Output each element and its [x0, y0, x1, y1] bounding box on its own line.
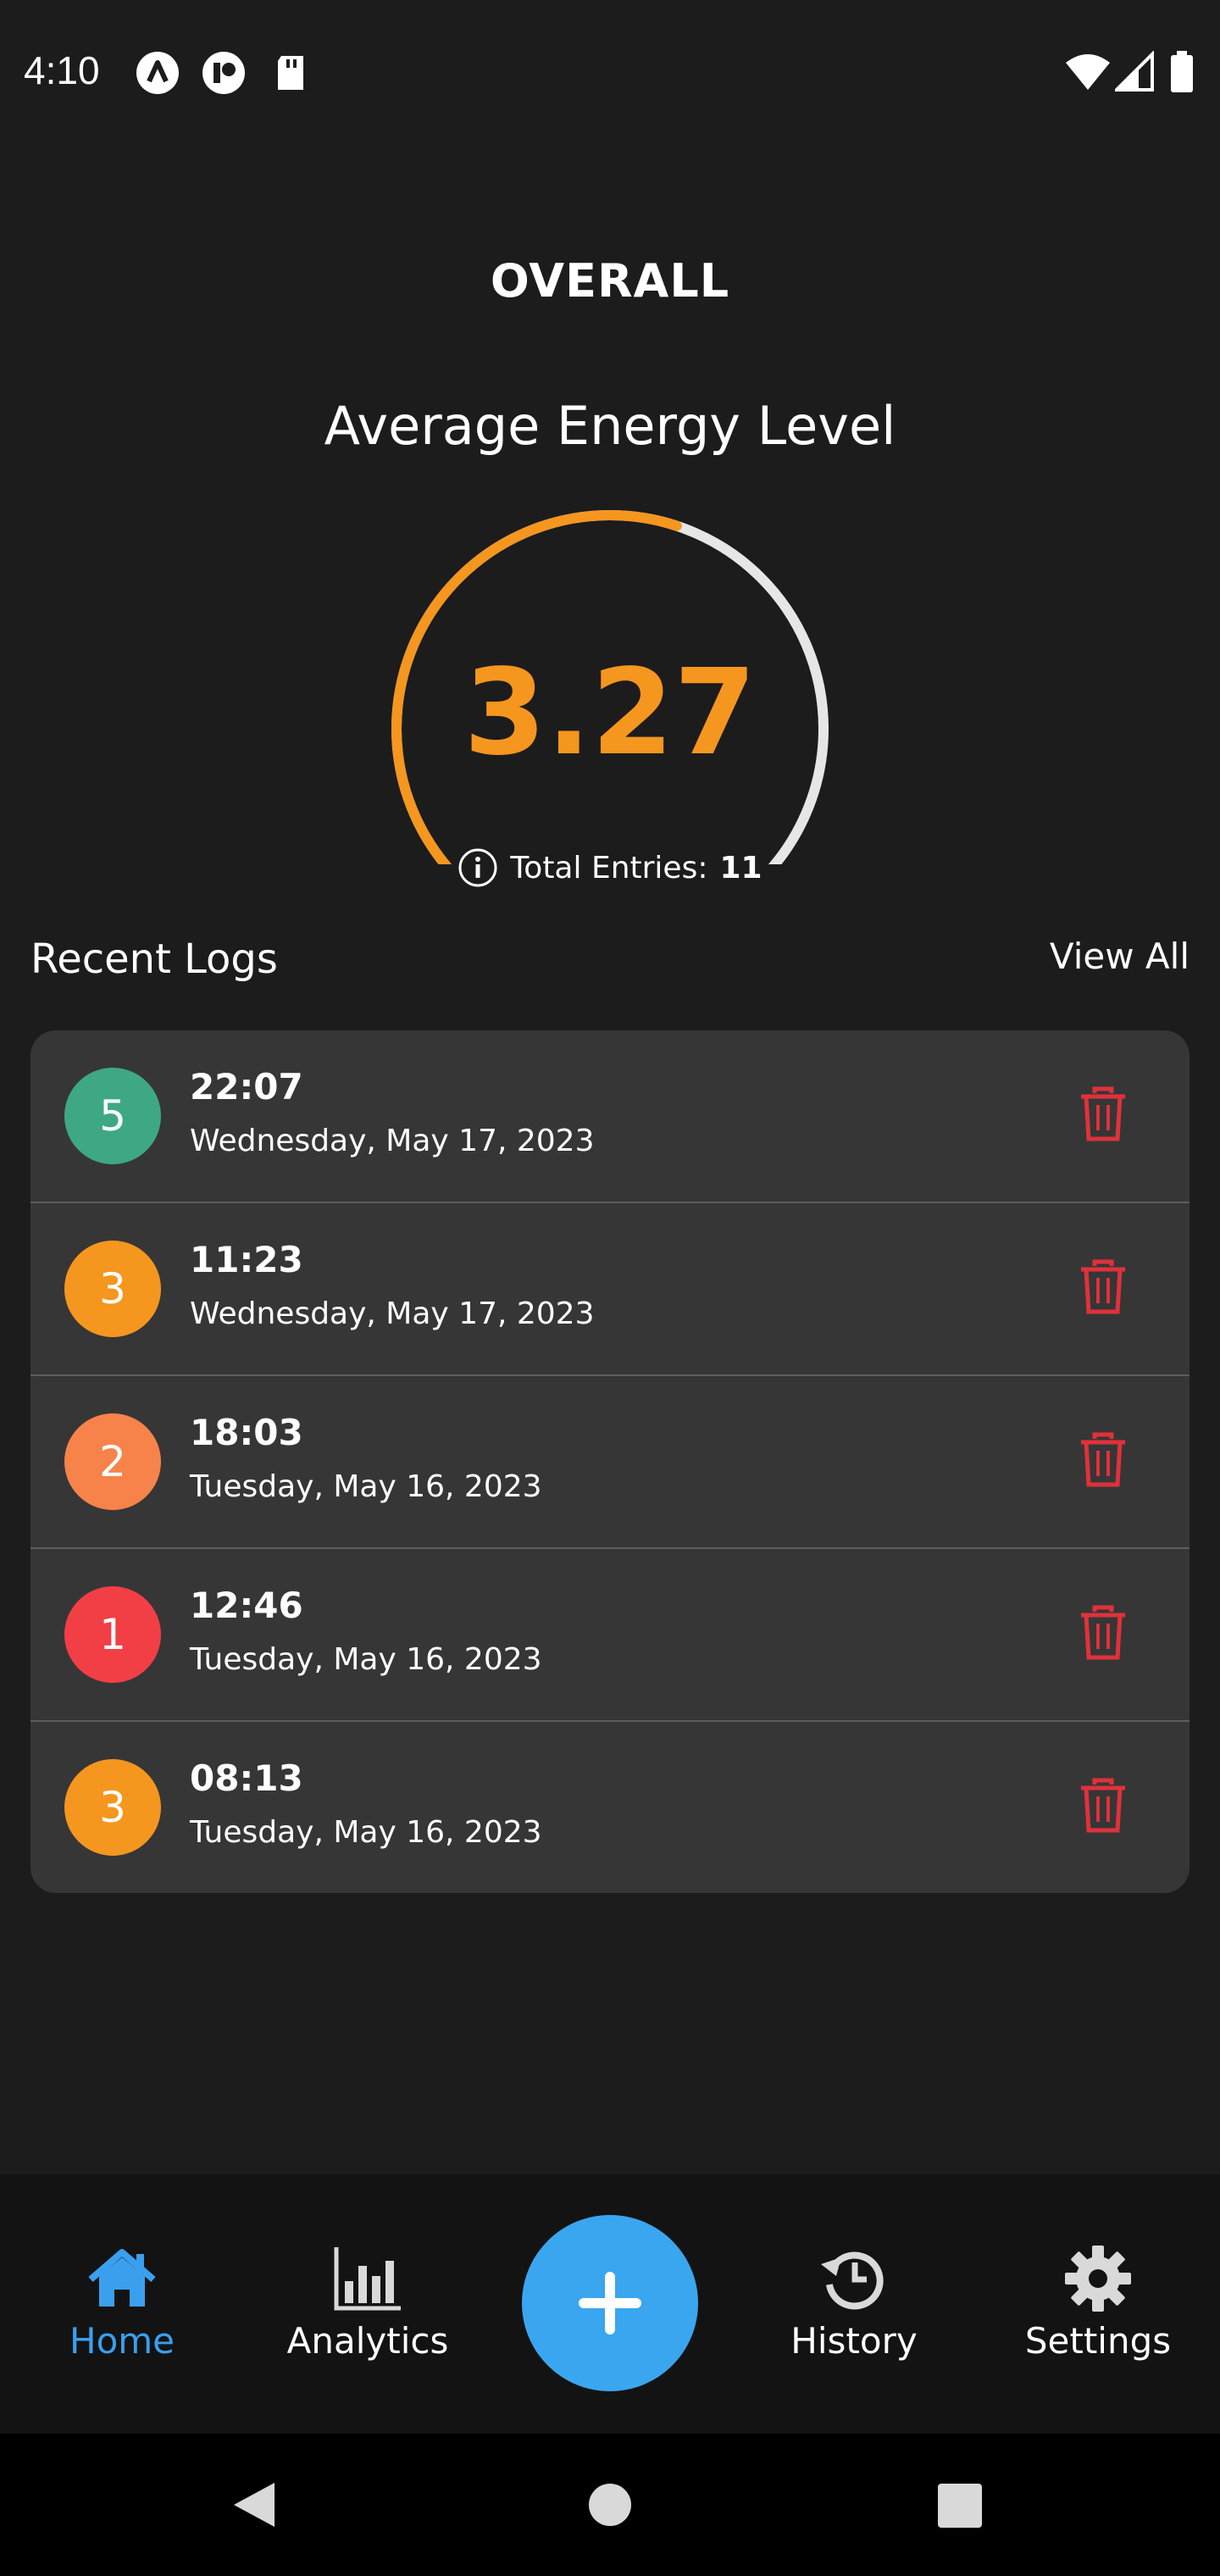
trash-icon[interactable]: [1078, 1605, 1128, 1661]
recent-logs-list: 5 22:07 Wednesday, May 17, 2023 3 11:23 …: [30, 1030, 1190, 1893]
log-date: Tuesday, May 16, 2023: [190, 1815, 542, 1850]
log-time: 08:13: [190, 1757, 303, 1799]
add-log-button[interactable]: [522, 2215, 698, 2391]
log-item[interactable]: 1 12:46 Tuesday, May 16, 2023: [30, 1549, 1190, 1722]
log-time: 22:07: [190, 1066, 303, 1108]
recents-icon[interactable]: [937, 2483, 983, 2529]
plus-icon: [579, 2272, 641, 2334]
log-date: Tuesday, May 16, 2023: [190, 1469, 542, 1504]
home-circle-icon[interactable]: [588, 2483, 632, 2527]
back-icon[interactable]: [230, 2479, 278, 2530]
notification-icon: [202, 52, 245, 94]
trash-icon[interactable]: [1078, 1778, 1128, 1834]
log-time: 12:46: [190, 1585, 303, 1626]
home-icon: [88, 2249, 156, 2307]
nav-item-analytics[interactable]: Analytics: [266, 2242, 469, 2362]
log-item[interactable]: 3 08:13 Tuesday, May 16, 2023: [30, 1722, 1190, 1893]
bottom-nav: Home Analytics History Settings: [0, 2174, 1220, 2434]
log-item[interactable]: 3 11:23 Wednesday, May 17, 2023: [30, 1203, 1190, 1376]
section-label: OVERALL: [490, 254, 730, 308]
log-item[interactable]: 2 18:03 Tuesday, May 16, 2023: [30, 1376, 1190, 1549]
status-bar: 4:10: [0, 0, 1220, 144]
average-energy-value: 3.27: [463, 644, 757, 782]
status-time: 4:10: [24, 48, 100, 92]
nav-label-history: History: [790, 2320, 918, 2362]
energy-level-badge: 3: [64, 1241, 161, 1337]
log-item[interactable]: 5 22:07 Wednesday, May 17, 2023: [30, 1030, 1190, 1203]
log-date: Tuesday, May 16, 2023: [190, 1642, 542, 1677]
energy-level-badge: 5: [64, 1068, 161, 1164]
trash-icon[interactable]: [1078, 1259, 1128, 1315]
nav-label-analytics: Analytics: [286, 2320, 449, 2362]
sd-card-icon: [278, 56, 303, 90]
info-icon[interactable]: [458, 847, 498, 888]
history-icon: [821, 2251, 884, 2310]
recent-logs-title: Recent Logs: [30, 935, 278, 983]
wifi-icon: [1066, 54, 1110, 90]
trash-icon[interactable]: [1078, 1086, 1128, 1142]
log-time: 11:23: [190, 1239, 303, 1280]
gear-icon: [1065, 2246, 1131, 2312]
trash-icon[interactable]: [1078, 1432, 1128, 1488]
battery-icon: [1171, 51, 1193, 92]
total-entries: Total Entries: 11: [0, 847, 1220, 888]
log-date: Wednesday, May 17, 2023: [190, 1296, 595, 1331]
nav-item-settings[interactable]: Settings: [996, 2242, 1200, 2362]
nav-item-history[interactable]: History: [752, 2242, 956, 2362]
log-time: 18:03: [190, 1412, 303, 1453]
total-entries-value: 11: [719, 850, 762, 886]
nav-item-home[interactable]: Home: [20, 2242, 224, 2362]
autofill-icon: [136, 52, 179, 94]
energy-level-badge: 3: [64, 1759, 161, 1856]
system-nav-bar: [0, 2434, 1220, 2576]
signal-icon: [1115, 51, 1154, 92]
energy-level-badge: 2: [64, 1413, 161, 1510]
nav-label-home: Home: [69, 2320, 175, 2362]
bar-chart-icon: [334, 2247, 401, 2311]
page-title: Average Energy Level: [324, 395, 896, 457]
view-all-link[interactable]: View All: [1050, 935, 1190, 977]
total-entries-label: Total Entries:: [510, 850, 708, 886]
log-date: Wednesday, May 17, 2023: [190, 1124, 595, 1158]
nav-label-settings: Settings: [1024, 2320, 1172, 2362]
energy-level-badge: 1: [64, 1586, 161, 1683]
